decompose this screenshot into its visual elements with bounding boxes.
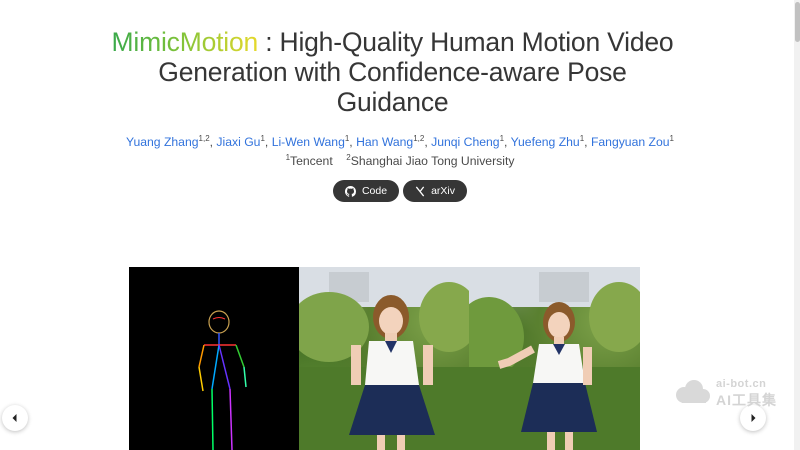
author-affiliation: 1,2 <box>198 134 210 143</box>
generated-frame-image <box>299 267 469 450</box>
cloud-logo-icon <box>676 380 710 403</box>
affiliation-item: 1Tencent <box>285 153 333 168</box>
author-affiliation: 1 <box>579 134 585 143</box>
affiliation-item: 2Shanghai Jiao Tong University <box>346 153 515 168</box>
author-list: Yuang Zhang1,2, Jiaxi Gu1, Li-Wen Wang1,… <box>126 134 674 149</box>
author-affiliation: 1 <box>669 134 674 143</box>
arxiv-button[interactable]: arXiv <box>403 180 468 202</box>
author-affiliation: 1 <box>499 134 505 143</box>
generated-frame <box>469 267 640 450</box>
github-icon <box>344 185 356 197</box>
chevron-left-icon <box>12 414 17 422</box>
code-button-label: Code <box>361 185 388 197</box>
page-title: MimicMotion : High-Quality Human Motion … <box>100 27 685 117</box>
code-button[interactable]: Code <box>332 180 400 202</box>
link-buttons: Code arXiv <box>0 180 800 202</box>
carousel-prev-button[interactable] <box>2 405 28 431</box>
chevron-right-icon <box>751 414 756 422</box>
watermark-text: AI工具集 <box>716 392 777 408</box>
arxiv-button-label: arXiv <box>431 185 456 197</box>
author-affiliation: 1 <box>344 134 350 143</box>
generated-frame-image <box>469 267 640 450</box>
pose-skeleton-image <box>198 310 247 450</box>
watermark-text: ai-bot.cn <box>716 378 767 390</box>
author-link[interactable]: Junqi Cheng <box>431 135 499 149</box>
author-link[interactable]: Yuang Zhang <box>126 135 199 149</box>
author-link[interactable]: Li-Wen Wang <box>272 135 345 149</box>
author-affiliation: 1 <box>260 134 265 143</box>
author-link[interactable]: Yuefeng Zhu <box>511 135 580 149</box>
arxiv-icon <box>415 186 425 196</box>
author-affiliation: 1,2 <box>413 134 425 143</box>
watermark: ai-bot.cn AI工具集 <box>672 376 790 408</box>
scrollbar[interactable] <box>794 0 800 450</box>
pose-skeleton-frame <box>129 267 299 450</box>
author-link[interactable]: Jiaxi Gu <box>216 135 260 149</box>
affiliations: 1Tencent 2Shanghai Jiao Tong University <box>100 153 700 169</box>
generated-frame <box>299 267 469 450</box>
author-link[interactable]: Fangyuan Zou <box>591 135 670 149</box>
scrollbar-thumb[interactable] <box>795 2 800 42</box>
result-video-carousel[interactable] <box>129 267 640 450</box>
author-link[interactable]: Han Wang <box>356 135 413 149</box>
project-name: MimicMotion <box>111 27 259 57</box>
